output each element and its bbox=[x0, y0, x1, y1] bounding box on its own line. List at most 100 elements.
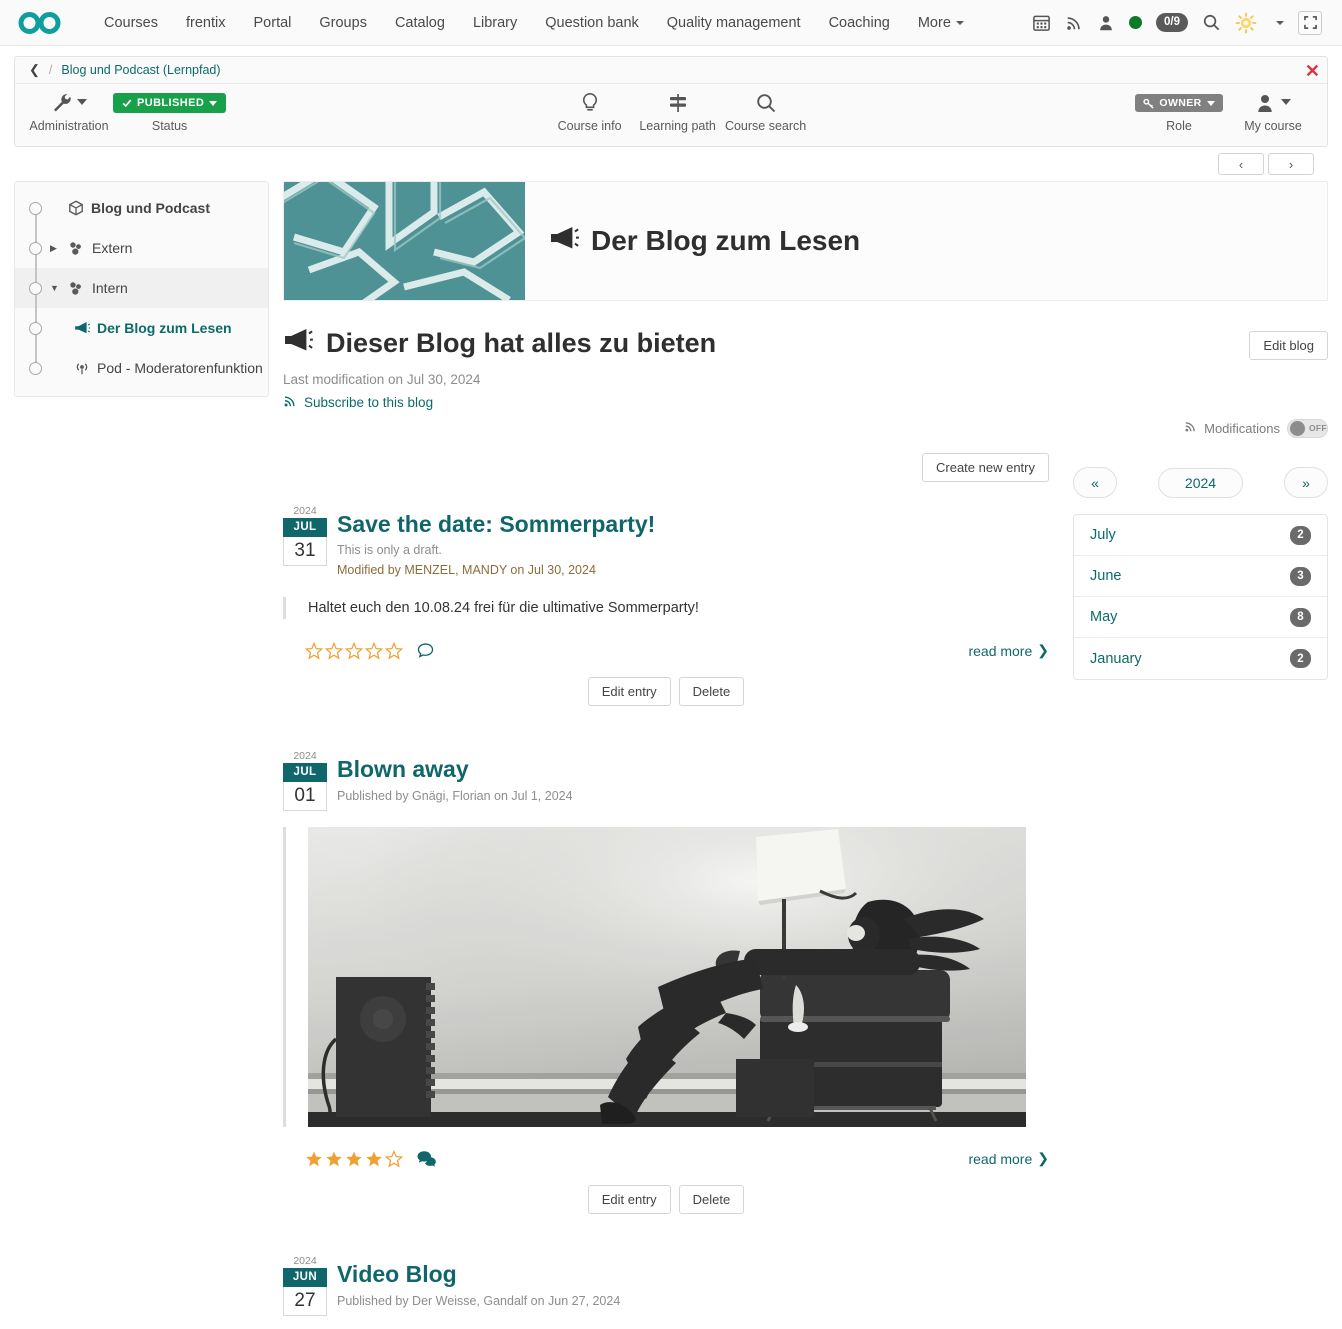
structure-icon bbox=[68, 241, 85, 256]
role-pill-label: OWNER bbox=[1159, 97, 1201, 109]
entry-meta: Published by Gnägi, Florian on Jul 1, 20… bbox=[337, 787, 1049, 806]
status-dot-icon[interactable] bbox=[1129, 16, 1142, 29]
archive-year-nav: « 2024 » bbox=[1073, 467, 1328, 498]
sidebar-item-intern[interactable]: ▼ Intern bbox=[15, 268, 268, 308]
entry-title[interactable]: Save the date: Sommerparty! bbox=[337, 511, 1049, 537]
nav-item-catalog[interactable]: Catalog bbox=[381, 0, 459, 46]
nav-item-library[interactable]: Library bbox=[459, 0, 531, 46]
chevron-left-icon[interactable]: ❮ bbox=[29, 62, 40, 78]
task-count-badge[interactable]: 0/9 bbox=[1156, 13, 1188, 32]
nav-item-more[interactable]: More bbox=[904, 0, 978, 46]
calendar-icon[interactable] bbox=[1032, 13, 1051, 32]
nav-label: Quality management bbox=[667, 15, 801, 31]
archive-next-year-button[interactable]: » bbox=[1284, 467, 1328, 498]
comments-icon[interactable] bbox=[416, 1149, 437, 1168]
star-icon bbox=[325, 1150, 343, 1168]
sidebar-item-pod-moderatorenfunktion[interactable]: Pod - Moderatorenfunktion bbox=[15, 348, 268, 388]
tool-status[interactable]: PUBLISHED Status bbox=[113, 90, 226, 133]
breadcrumb-course-link[interactable]: Blog und Podcast (Lernpfad) bbox=[61, 63, 220, 77]
month-label: July bbox=[1090, 527, 1116, 543]
sidebar-item-blog-und-podcast[interactable]: Blog und Podcast bbox=[15, 188, 268, 228]
chevron-down-icon bbox=[209, 101, 217, 106]
archive-month-june[interactable]: June 3 bbox=[1074, 556, 1327, 597]
rss-icon[interactable] bbox=[1065, 14, 1083, 32]
nav-item-courses[interactable]: Courses bbox=[90, 0, 172, 46]
nav-item-quality-management[interactable]: Quality management bbox=[653, 0, 815, 46]
nav-item-groups[interactable]: Groups bbox=[305, 0, 381, 46]
nav-item-frentix[interactable]: frentix bbox=[172, 0, 240, 46]
edit-entry-button[interactable]: Edit entry bbox=[588, 677, 671, 706]
subscribe-link[interactable]: Subscribe to this blog bbox=[283, 394, 1328, 411]
infinity-logo[interactable] bbox=[18, 8, 70, 38]
archive-prev-year-button[interactable]: « bbox=[1073, 467, 1117, 498]
tool-learning-path[interactable]: Learning path bbox=[634, 90, 722, 133]
toggle-knob bbox=[1290, 421, 1305, 436]
entry-header-body: Video Blog Published by Der Weisse, Gand… bbox=[337, 1254, 1049, 1311]
entry-date-month: JUL bbox=[283, 518, 327, 537]
archive-month-july[interactable]: July 2 bbox=[1074, 515, 1327, 556]
tool-label: Role bbox=[1166, 119, 1192, 133]
read-more-label: read more bbox=[968, 1151, 1032, 1167]
nav-label: Library bbox=[473, 15, 517, 31]
status-pill-label: PUBLISHED bbox=[137, 97, 204, 109]
tool-course-search[interactable]: Course search bbox=[722, 90, 810, 133]
entry-draft-note: This is only a draft. bbox=[337, 541, 1049, 560]
tool-label: Administration bbox=[29, 119, 108, 133]
nav-item-question-bank[interactable]: Question bank bbox=[531, 0, 653, 46]
tool-role[interactable]: OWNER Role bbox=[1129, 90, 1229, 133]
delete-entry-button[interactable]: Delete bbox=[679, 1185, 745, 1214]
top-navigation-bar: Courses frentix Portal Groups Catalog Li… bbox=[0, 0, 1342, 46]
modifications-toggle[interactable]: OFF bbox=[1287, 419, 1328, 438]
next-page-button[interactable]: › bbox=[1268, 153, 1314, 175]
create-new-entry-button[interactable]: Create new entry bbox=[922, 453, 1049, 482]
course-tools-row: Administration PUBLISHED Status Course i… bbox=[15, 84, 1327, 146]
sidebar-item-der-blog-zum-lesen[interactable]: Der Blog zum Lesen bbox=[15, 308, 268, 348]
user-icon[interactable] bbox=[1097, 14, 1115, 32]
blog-entry: 2024 JUL 01 Blown away Published by Gnäg… bbox=[283, 749, 1049, 1214]
read-more-link[interactable]: read more ❯ bbox=[968, 1150, 1049, 1167]
star-icon bbox=[325, 642, 343, 660]
archive-month-list: July 2 June 3 May 8 January 2 bbox=[1073, 514, 1328, 680]
chevron-right-icon[interactable]: ▶ bbox=[50, 243, 64, 254]
close-icon[interactable]: ✕ bbox=[1305, 62, 1320, 80]
delete-entry-button[interactable]: Delete bbox=[679, 677, 745, 706]
edit-blog-button[interactable]: Edit blog bbox=[1249, 331, 1328, 360]
search-icon[interactable] bbox=[1202, 13, 1221, 32]
comment-icon[interactable] bbox=[416, 641, 435, 660]
sidebar-item-extern[interactable]: ▶ Extern bbox=[15, 228, 268, 268]
nav-item-coaching[interactable]: Coaching bbox=[815, 0, 904, 46]
archive-rail: Modifications OFF « 2024 » July 2 bbox=[1073, 417, 1328, 1316]
theme-sun-icon[interactable] bbox=[1235, 12, 1257, 34]
entry-date-month: JUL bbox=[283, 763, 327, 782]
nav-label: More bbox=[918, 15, 951, 31]
status-badge[interactable]: PUBLISHED bbox=[113, 93, 226, 113]
rating-stars[interactable] bbox=[305, 1150, 403, 1168]
chevron-down-icon[interactable]: ▼ bbox=[50, 283, 64, 293]
rating-stars[interactable] bbox=[305, 642, 403, 660]
nav-label: Coaching bbox=[829, 15, 890, 31]
nav-item-portal[interactable]: Portal bbox=[240, 0, 306, 46]
tool-course-info[interactable]: Course info bbox=[546, 90, 634, 133]
month-count-badge: 8 bbox=[1290, 608, 1311, 627]
tool-my-course[interactable]: My course bbox=[1229, 90, 1317, 133]
entries-and-archive: Create new entry 2024 JUL 31 Save the da… bbox=[283, 417, 1328, 1316]
entry-title[interactable]: Video Blog bbox=[337, 1261, 1049, 1287]
main-nav-links: Courses frentix Portal Groups Catalog Li… bbox=[90, 0, 978, 46]
tool-label: My course bbox=[1244, 119, 1302, 133]
edit-entry-button[interactable]: Edit entry bbox=[588, 1185, 671, 1214]
subscribe-label: Subscribe to this blog bbox=[304, 395, 433, 410]
fullscreen-icon[interactable] bbox=[1298, 11, 1322, 35]
read-more-link[interactable]: read more ❯ bbox=[968, 642, 1049, 659]
role-badge[interactable]: OWNER bbox=[1135, 94, 1222, 112]
archive-month-january[interactable]: January 2 bbox=[1074, 638, 1327, 679]
course-tree-sidebar: Blog und Podcast ▶ Extern ▼ Intern bbox=[14, 181, 269, 397]
chevron-down-icon bbox=[1281, 99, 1291, 105]
entry-title[interactable]: Blown away bbox=[337, 756, 1049, 782]
package-icon bbox=[68, 200, 84, 216]
chevron-down-icon[interactable] bbox=[1276, 21, 1284, 25]
archive-month-may[interactable]: May 8 bbox=[1074, 597, 1327, 638]
previous-page-button[interactable]: ‹ bbox=[1218, 153, 1264, 175]
archive-current-year[interactable]: 2024 bbox=[1158, 468, 1243, 498]
star-icon bbox=[305, 642, 323, 660]
tool-administration[interactable]: Administration bbox=[25, 90, 113, 133]
